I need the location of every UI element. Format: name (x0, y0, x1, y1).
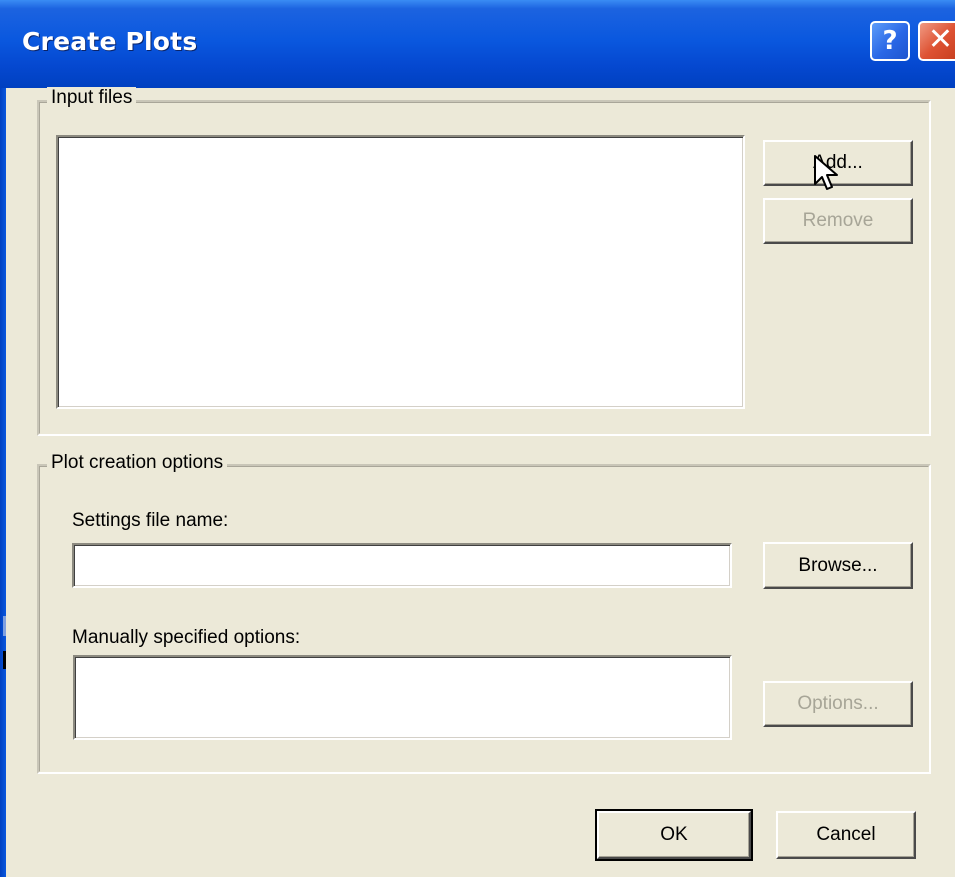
window-title: Create Plots (22, 27, 198, 56)
browse-button-label: Browse... (798, 555, 878, 576)
options-button-label: Options... (797, 693, 879, 714)
plot-options-legend: Plot creation options (47, 452, 228, 474)
help-icon[interactable]: ? (870, 21, 910, 61)
window-left-border (0, 88, 6, 877)
ok-button[interactable]: OK (595, 809, 753, 861)
cancel-button-label: Cancel (816, 824, 876, 845)
close-icon[interactable]: ✕ (918, 21, 955, 61)
remove-button[interactable]: Remove (763, 198, 913, 244)
input-files-list[interactable] (56, 135, 745, 409)
browse-button[interactable]: Browse... (763, 542, 913, 589)
left-edge-mark (3, 651, 6, 669)
manual-options-input[interactable] (73, 655, 732, 740)
options-button[interactable]: Options... (763, 681, 913, 727)
left-edge-mark (3, 616, 6, 636)
settings-file-input[interactable] (72, 543, 732, 588)
manual-options-label: Manually specified options: (72, 627, 301, 648)
settings-file-label: Settings file name: (72, 510, 229, 531)
create-plots-dialog: Create Plots ? ✕ Input files Add... Remo… (0, 0, 955, 877)
input-files-legend: Input files (47, 87, 137, 109)
cancel-button[interactable]: Cancel (776, 811, 916, 859)
title-bar[interactable]: Create Plots ? ✕ (0, 0, 955, 88)
ok-button-label: OK (660, 824, 688, 845)
remove-button-label: Remove (802, 210, 874, 231)
mouse-pointer-icon (814, 155, 838, 190)
